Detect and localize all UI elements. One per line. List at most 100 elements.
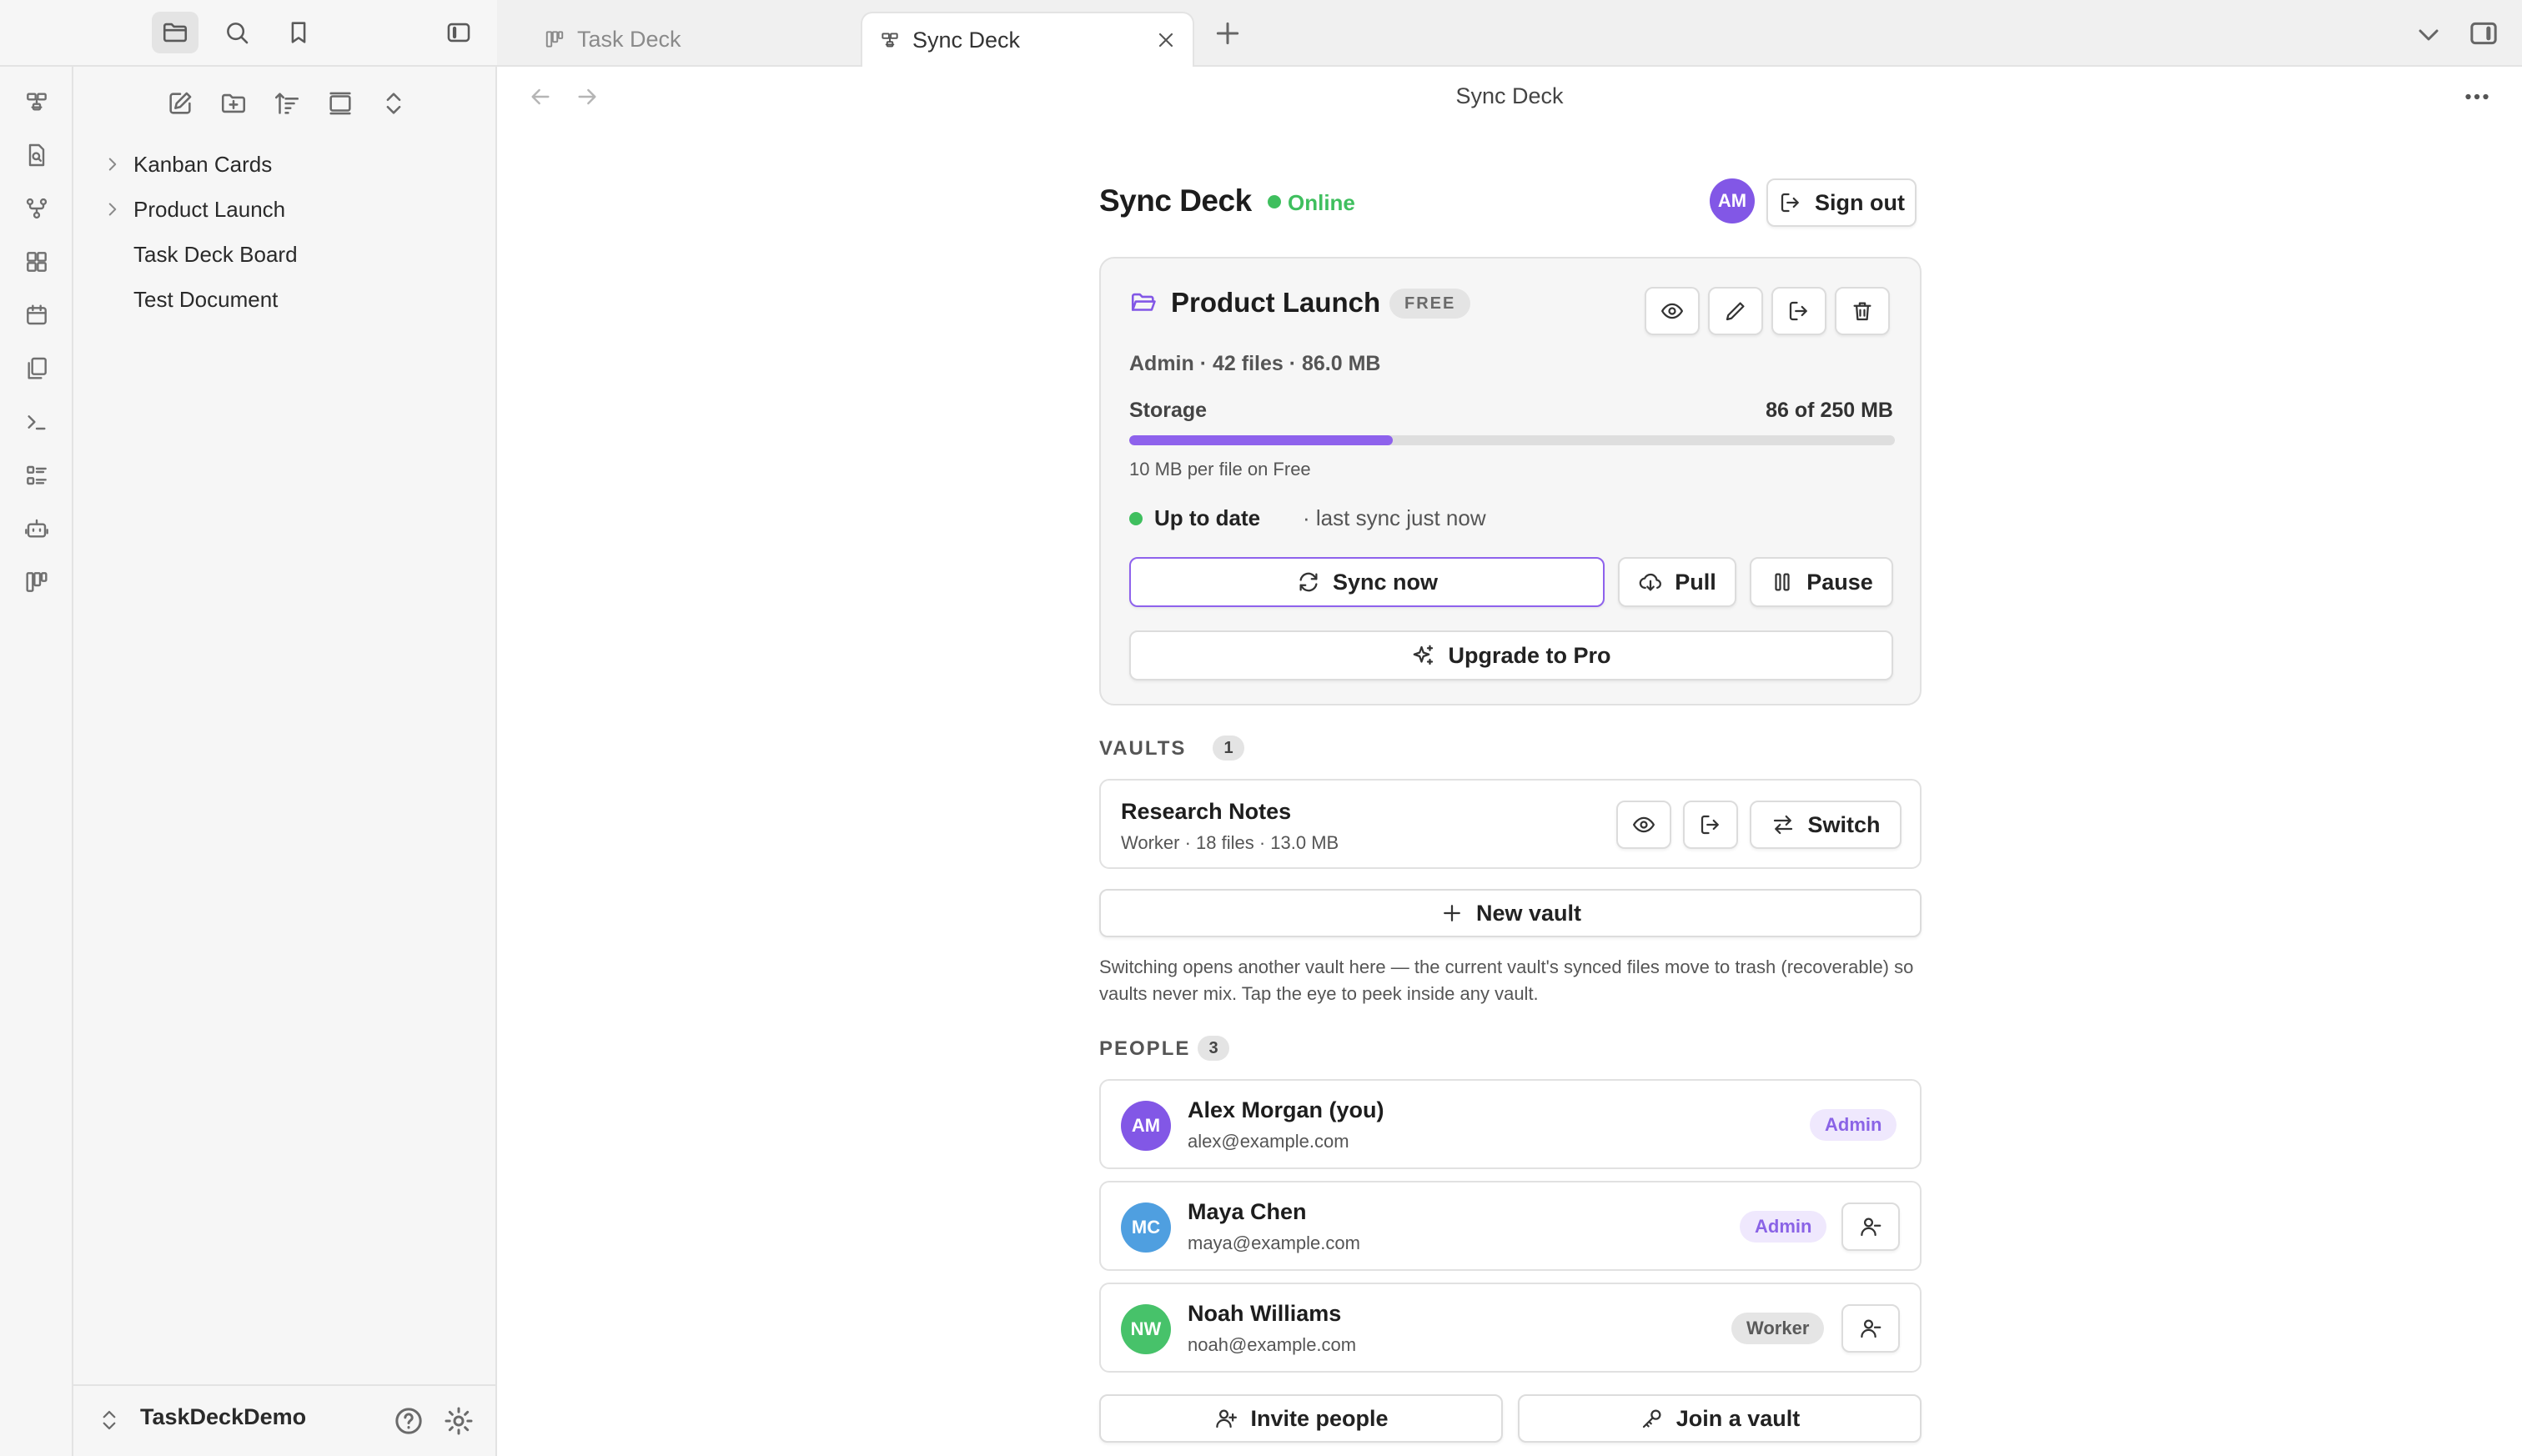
sync-state: Up to date (1154, 505, 1261, 530)
people-section-title: PEOPLE (1099, 1037, 1191, 1060)
view-title: Sync Deck (1455, 83, 1564, 108)
join-label: Join a vault (1675, 1405, 1801, 1431)
trash-icon (1853, 302, 1871, 321)
role-badge: Admin (1810, 1109, 1897, 1141)
tree-file-task-deck-board[interactable]: Task Deck Board (73, 233, 497, 275)
invite-people-button[interactable]: Invite people (1099, 1394, 1503, 1443)
new-note-button[interactable] (160, 85, 200, 122)
tab-task-deck[interactable]: Task Deck (497, 12, 861, 67)
person-email: noah@example.com (1188, 1334, 1357, 1355)
folder-open-icon (1131, 293, 1156, 311)
tree-folder-kanban-cards[interactable]: Kanban Cards (73, 143, 497, 185)
pause-button[interactable]: Pause (1750, 557, 1893, 607)
pause-icon (1775, 573, 1790, 591)
terminal-icon (28, 415, 46, 430)
chevrons-up-down-icon[interactable] (97, 1408, 122, 1433)
auto-reveal-button[interactable] (320, 85, 360, 122)
online-status-dot (1268, 195, 1281, 208)
manage-member-button[interactable] (1841, 1202, 1900, 1251)
vault-row-name: Research Notes (1121, 799, 1292, 824)
more-options-icon[interactable] (2462, 82, 2492, 112)
role-badge: Admin (1740, 1211, 1827, 1243)
log-out-icon (1789, 301, 1807, 321)
arrows-switch-icon (1774, 815, 1793, 835)
log-out-icon (1781, 193, 1799, 213)
help-icon[interactable] (392, 1404, 425, 1438)
file-explorer-button[interactable] (152, 12, 198, 53)
pull-button[interactable]: Pull (1618, 557, 1736, 607)
tree-folder-product-launch[interactable]: Product Launch (73, 188, 497, 230)
panel-icon (329, 92, 351, 115)
ribbon-templates[interactable] (18, 350, 55, 387)
search-button[interactable] (214, 12, 260, 53)
delete-vault-button[interactable] (1835, 287, 1890, 335)
join-vault-button[interactable]: Join a vault (1518, 1394, 1922, 1443)
tab-sync-deck[interactable]: Sync Deck (861, 12, 1194, 67)
ribbon-canvas[interactable] (18, 244, 55, 280)
manage-member-button[interactable] (1841, 1304, 1900, 1353)
leave-vault-row-button[interactable] (1683, 801, 1738, 849)
user-minus-icon (1861, 1319, 1881, 1338)
bookmark-icon (291, 22, 306, 43)
sync-now-button[interactable]: Sync now (1129, 557, 1605, 607)
ribbon-document-search[interactable] (18, 137, 55, 173)
file-explorer: Kanban Cards Product Launch Task Deck Bo… (73, 67, 497, 1456)
sidebar-right-icon[interactable] (2467, 17, 2500, 50)
ribbon-tasks[interactable] (18, 457, 55, 494)
person-name: Maya Chen (1188, 1199, 1307, 1224)
person-email: alex@example.com (1188, 1131, 1349, 1152)
settings-gear-icon[interactable] (442, 1404, 475, 1438)
sort-icon (274, 93, 299, 114)
sync-now-label: Sync now (1332, 569, 1439, 595)
ribbon-command-palette[interactable] (18, 404, 55, 440)
switch-label: Switch (1807, 811, 1881, 837)
new-folder-button[interactable] (214, 85, 254, 122)
tab-list-chevron-down-icon[interactable] (2412, 18, 2445, 52)
chevron-right-icon (108, 158, 117, 171)
sidebar-left-icon (447, 23, 470, 43)
new-tab-plus-icon[interactable] (1211, 17, 1244, 50)
vaults-section-title: VAULTS (1099, 737, 1187, 760)
ribbon-daily-note[interactable] (18, 297, 55, 334)
close-icon[interactable] (1154, 28, 1178, 52)
view-vault-button[interactable] (1645, 287, 1700, 335)
sign-out-button[interactable]: Sign out (1766, 178, 1917, 227)
folder-plus-icon (221, 93, 246, 113)
tree-file-test-document[interactable]: Test Document (73, 279, 497, 320)
sort-button[interactable] (267, 85, 307, 122)
git-fork-icon (26, 198, 48, 219)
storage-progress-bar (1129, 435, 1895, 445)
eye-icon (1661, 303, 1683, 319)
ribbon-graph-view[interactable] (18, 190, 55, 227)
plus-icon (1444, 905, 1460, 921)
user-avatar[interactable]: AM (1710, 178, 1755, 223)
view-header: Sync Deck (497, 67, 2522, 127)
person-avatar: AM (1121, 1101, 1171, 1151)
plan-badge: FREE (1389, 289, 1471, 319)
edit-icon (169, 92, 192, 114)
new-vault-button[interactable]: New vault (1099, 889, 1922, 937)
expand-all-button[interactable] (374, 85, 414, 122)
eye-icon (1633, 816, 1655, 833)
upgrade-label: Upgrade to Pro (1448, 642, 1611, 668)
upgrade-to-pro-button[interactable]: Upgrade to Pro (1129, 630, 1893, 680)
log-out-icon (1701, 815, 1719, 835)
bookmarks-button[interactable] (275, 12, 322, 53)
peek-vault-button[interactable] (1616, 801, 1671, 849)
vault-row-meta: Worker · 18 files · 13.0 MB (1121, 832, 1339, 853)
leave-vault-button[interactable] (1771, 287, 1826, 335)
search-icon (227, 23, 249, 44)
switch-vault-button[interactable]: Switch (1750, 801, 1902, 849)
ribbon-assistant[interactable] (18, 510, 55, 547)
tab-label: Task Deck (577, 26, 681, 52)
vault-name[interactable]: TaskDeckDemo (140, 1404, 306, 1430)
ribbon-kanban[interactable] (18, 564, 55, 600)
collapse-sidebar-button[interactable] (435, 12, 482, 53)
bot-icon (25, 519, 48, 538)
rename-vault-button[interactable] (1708, 287, 1763, 335)
sync-deck-icon (882, 33, 898, 48)
calendar-icon (27, 304, 47, 325)
ribbon-sync-deck[interactable] (18, 83, 55, 120)
person-row: NW Noah Williams noah@example.com Worker (1099, 1283, 1922, 1373)
people-count-badge: 3 (1198, 1036, 1229, 1061)
